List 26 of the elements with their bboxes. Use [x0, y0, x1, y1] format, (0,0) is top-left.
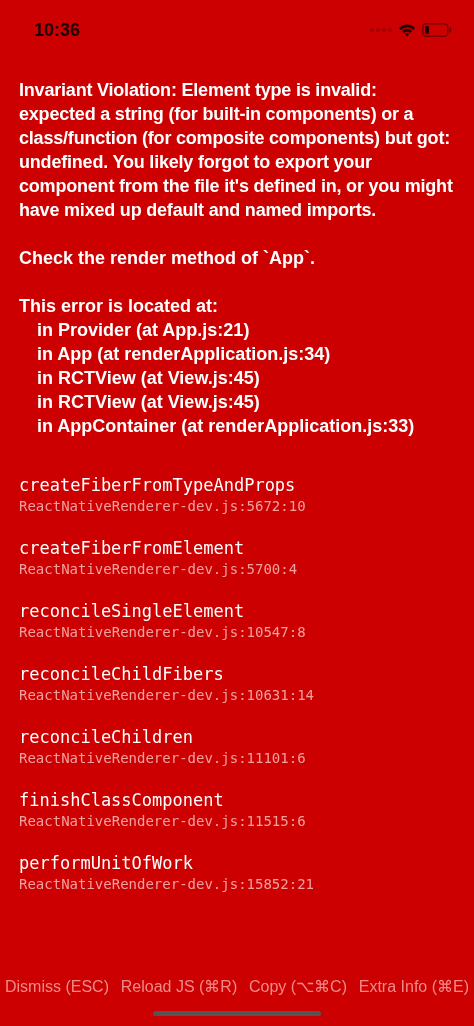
- component-frame: in RCTView (at View.js:45): [19, 366, 455, 390]
- stack-file: ReactNativeRenderer-dev.js:10631:14: [19, 686, 315, 705]
- stack-method[interactable]: createFiberFromTypeAndProps: [19, 474, 455, 496]
- stack-file: ReactNativeRenderer-dev.js:5672:10: [19, 497, 307, 516]
- stack-method[interactable]: performUnitOfWork: [19, 852, 455, 874]
- stack-file: ReactNativeRenderer-dev.js:5700:4: [19, 560, 299, 579]
- stack-method[interactable]: reconcileChildren: [19, 726, 455, 748]
- status-time: 10:36: [34, 18, 81, 42]
- battery-icon: [422, 23, 452, 37]
- component-frame: in App (at renderApplication.js:34): [19, 342, 455, 366]
- stack-method[interactable]: reconcileSingleElement: [19, 600, 455, 622]
- location-heading: This error is located at:: [19, 295, 220, 318]
- stack-file: ReactNativeRenderer-dev.js:11101:6: [19, 749, 307, 768]
- render-check-text: Check the render method of `App`.: [19, 247, 316, 270]
- stack-method[interactable]: createFiberFromElement: [19, 537, 455, 559]
- stack-file: ReactNativeRenderer-dev.js:11515:6: [19, 812, 307, 831]
- component-frame: in RCTView (at View.js:45): [19, 390, 455, 414]
- error-message: Invariant Violation: Element type is invalid: expected a string (for built-in components) or a class/function (for composite components) but got: undefined. You likely forgot to export your component from the file it's defined in, or you might have mixed up default and named imports.: [19, 79, 454, 222]
- wifi-icon: [398, 23, 416, 37]
- stack-method[interactable]: finishClassComponent: [19, 789, 455, 811]
- stack-file: ReactNativeRenderer-dev.js:10547:8: [19, 623, 307, 642]
- signal-icon: [370, 27, 392, 33]
- component-frame: in Provider (at App.js:21): [19, 318, 455, 342]
- stack-file: ReactNativeRenderer-dev.js:15852:21: [19, 875, 315, 894]
- stack-method[interactable]: reconcileChildFibers: [19, 663, 455, 685]
- component-frame: in AppContainer (at renderApplication.js:33): [19, 414, 455, 438]
